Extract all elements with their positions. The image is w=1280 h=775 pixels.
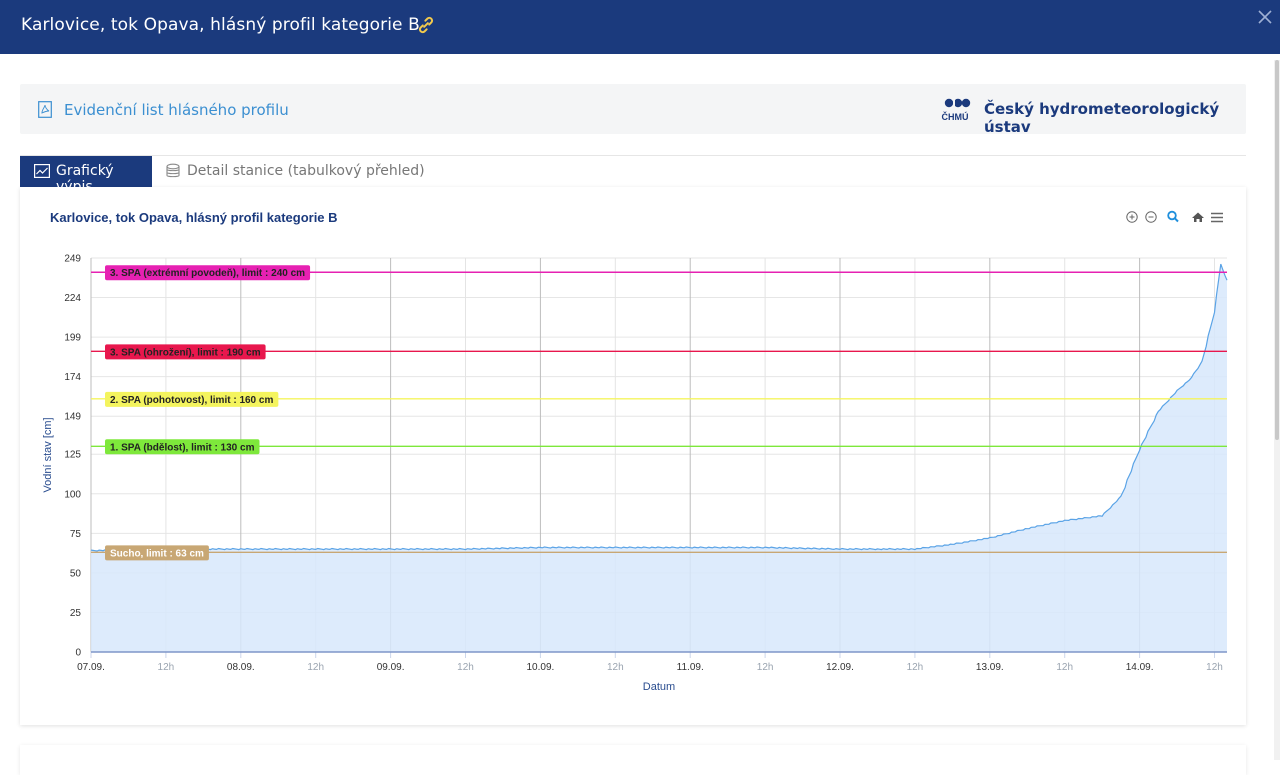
x-tick-label: 12h xyxy=(1056,662,1073,673)
y-tick-label: 100 xyxy=(64,489,81,500)
x-axis-title: Datum xyxy=(643,681,675,693)
x-tick-label: 12h xyxy=(307,662,324,673)
x-tick-label: 11.09. xyxy=(677,662,704,673)
link-icon[interactable] xyxy=(415,14,437,36)
series-line xyxy=(90,263,1228,552)
institute-name: Český hydrometeorologický ústav xyxy=(984,100,1220,136)
y-tick-label: 0 xyxy=(75,648,81,659)
tab-bar: Grafický výpis Detail stanice (tabulkový… xyxy=(20,155,1246,195)
evidence-sheet-link[interactable]: Evidenční list hlásného profilu xyxy=(64,101,289,119)
zoom-out-icon[interactable] xyxy=(1145,211,1157,223)
series-area-fill xyxy=(91,264,1227,652)
y-tick-label: 25 xyxy=(70,608,82,619)
zoom-in-icon[interactable] xyxy=(1126,211,1138,223)
scrollbar[interactable] xyxy=(1274,60,1280,760)
home-icon[interactable] xyxy=(1192,212,1204,223)
threshold-label-text: 3. SPA (extrémní povodeň), limit : 240 c… xyxy=(110,268,305,279)
x-tick-label: 12h xyxy=(1206,662,1223,673)
threshold-label-text: Sucho, limit : 63 cm xyxy=(110,548,204,559)
threshold-label: 3. SPA (extrémní povodeň), limit : 240 c… xyxy=(105,265,311,281)
threshold-label-text: 2. SPA (pohotovost), limit : 160 cm xyxy=(110,395,273,406)
x-tick-label: 08.09. xyxy=(227,662,255,673)
threshold-label: Sucho, limit : 63 cm xyxy=(105,545,209,561)
x-tick-label: 10.09. xyxy=(527,662,555,673)
y-tick-label: 174 xyxy=(64,372,81,383)
threshold-label-text: 3. SPA (ohrožení), limit : 190 cm xyxy=(110,347,261,358)
bottom-card xyxy=(20,745,1246,775)
chart-title: Karlovice, tok Opava, hlásný profil kate… xyxy=(50,210,338,225)
y-axis-title: Vodní stav [cm] xyxy=(42,417,54,492)
threshold-label: 1. SPA (bdělost), limit : 130 cm xyxy=(105,439,260,455)
y-tick-label: 125 xyxy=(64,450,81,461)
chart-image-icon xyxy=(34,164,50,178)
x-tick-label: 07.09. xyxy=(77,662,105,673)
y-tick-label: 199 xyxy=(64,333,81,344)
threshold-label: 2. SPA (pohotovost), limit : 160 cm xyxy=(105,391,279,407)
x-tick-label: 12h xyxy=(907,662,924,673)
y-tick-label: 50 xyxy=(70,568,82,579)
magnifier-icon[interactable] xyxy=(1167,210,1179,223)
x-tick-label: 13.09. xyxy=(976,662,1004,673)
threshold-label: 3. SPA (ohrožení), limit : 190 cm xyxy=(105,344,266,360)
tab-station-detail-label: Detail stanice (tabulkový přehled) xyxy=(187,163,425,179)
x-tick-label: 12h xyxy=(607,662,624,673)
database-icon xyxy=(166,163,180,178)
svg-text:ČHMÚ: ČHMÚ xyxy=(942,111,969,122)
chart-toolbar xyxy=(1126,210,1223,223)
threshold-label-text: 1. SPA (bdělost), limit : 130 cm xyxy=(110,442,255,453)
y-tick-label: 224 xyxy=(64,293,81,304)
tab-graphical-output[interactable]: Grafický výpis xyxy=(20,156,152,195)
x-tick-label: 09.09. xyxy=(377,662,405,673)
page-title: Karlovice, tok Opava, hlásný profil kate… xyxy=(21,15,420,35)
water-level-chart: Karlovice, tok Opava, hlásný profil kate… xyxy=(42,210,1228,693)
close-icon[interactable] xyxy=(1257,9,1273,25)
x-tick-label: 14.09. xyxy=(1126,662,1154,673)
info-bar: Evidenční list hlásného profilu ČHMÚ Čes… xyxy=(20,84,1246,136)
chart-card: Karlovice, tok Opava, hlásný profil kate… xyxy=(20,187,1246,725)
y-tick-label: 75 xyxy=(70,529,82,540)
y-tick-label: 249 xyxy=(64,254,81,265)
chmu-logo: ČHMÚ xyxy=(942,98,971,122)
x-tick-label: 12h xyxy=(757,662,774,673)
y-tick-label: 149 xyxy=(64,412,81,423)
x-tick-label: 12h xyxy=(158,662,175,673)
header-bar: Karlovice, tok Opava, hlásný profil kate… xyxy=(0,0,1280,54)
x-tick-label: 12.09. xyxy=(826,662,854,673)
pdf-file-icon xyxy=(38,101,52,118)
plot-area: 0 25 50 75 100 125 149 174 199 224 249 07.09. 12h 08.… xyxy=(64,254,1228,673)
x-tick-label: 12h xyxy=(457,662,474,673)
scrollbar-thumb[interactable] xyxy=(1275,60,1279,440)
menu-icon[interactable] xyxy=(1211,212,1223,223)
